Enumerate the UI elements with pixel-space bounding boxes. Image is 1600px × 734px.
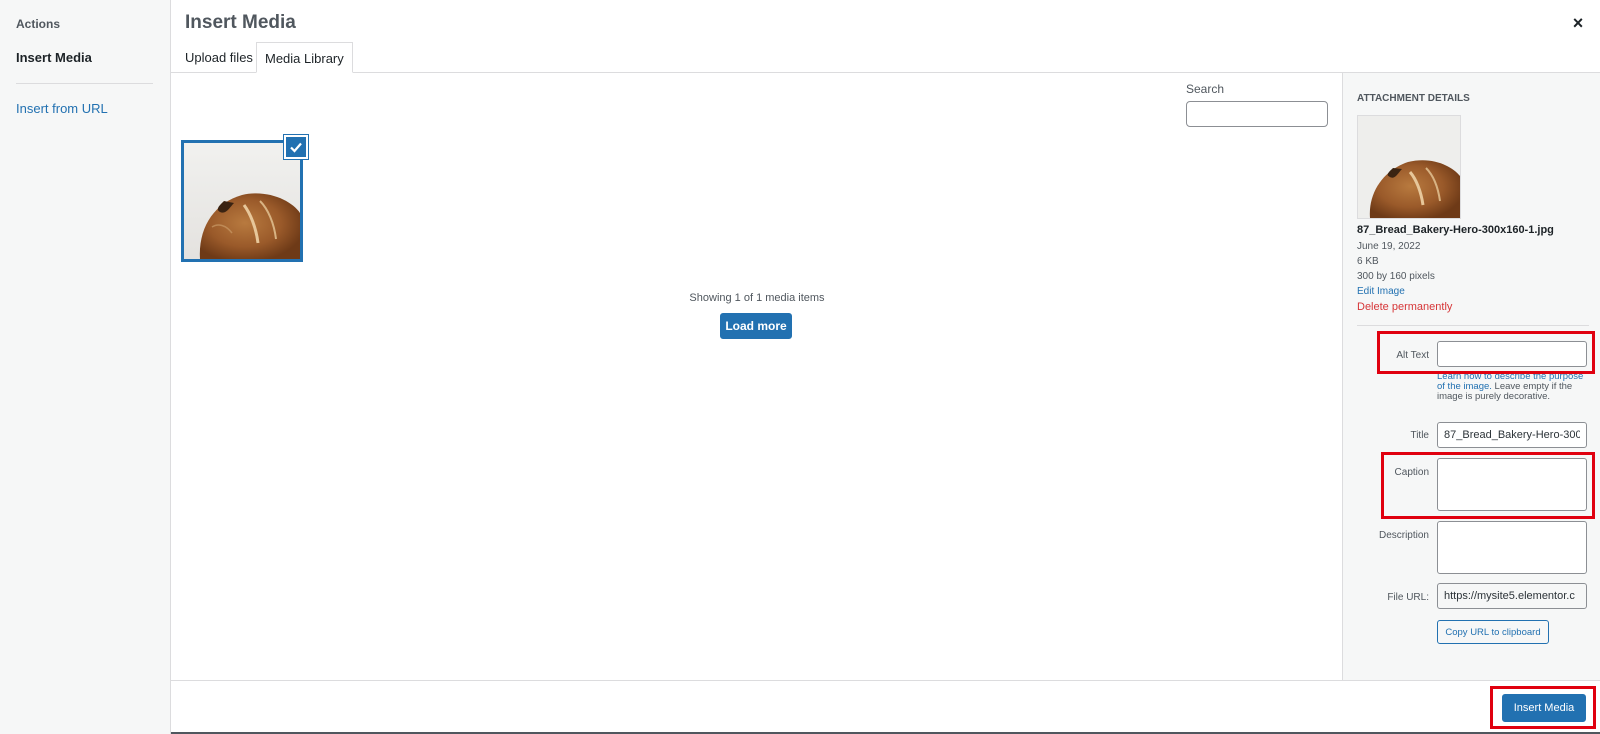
details-separator [1357, 325, 1589, 326]
copy-url-button[interactable]: Copy URL to clipboard [1437, 620, 1549, 644]
insert-media-button[interactable]: Insert Media [1502, 694, 1586, 722]
delete-permanently-link[interactable]: Delete permanently [1357, 301, 1452, 313]
attachment-filename: 87_Bread_Bakery-Hero-300x160-1.jpg [1357, 224, 1554, 236]
close-button[interactable]: × [1568, 14, 1588, 34]
media-count-text: Showing 1 of 1 media items [689, 292, 825, 304]
attachment-preview [1357, 115, 1461, 219]
title-input[interactable] [1437, 422, 1587, 448]
alt-text-input[interactable] [1437, 341, 1587, 367]
caption-label: Caption [1394, 467, 1429, 478]
load-more-button[interactable]: Load more [720, 313, 792, 339]
media-frame-menu: Actions Insert Media Insert from URL [0, 0, 171, 734]
file-url-input[interactable] [1437, 583, 1587, 609]
toolbar-divider [171, 680, 1600, 681]
tab-media-library[interactable]: Media Library [256, 42, 353, 73]
description-textarea[interactable] [1437, 521, 1587, 574]
bread-image [1358, 116, 1460, 218]
close-icon: × [1572, 13, 1584, 33]
tab-upload-files[interactable]: Upload files [177, 42, 261, 73]
alt-text-label: Alt Text [1396, 350, 1429, 361]
menu-item-insert-from-url[interactable]: Insert from URL [16, 101, 108, 116]
description-label: Description [1378, 530, 1429, 541]
alt-text-help: Learn how to describe the purpose of the… [1437, 372, 1587, 402]
attachment-details-sidebar: ATTACHMENT DETAILS 87_Bread_Bakery-Hero-… [1342, 73, 1600, 680]
search-input[interactable] [1186, 101, 1328, 127]
attachment-date: June 19, 2022 [1357, 241, 1421, 252]
bread-image [184, 143, 300, 259]
checkmark-icon [290, 142, 302, 153]
caption-textarea[interactable] [1437, 458, 1587, 511]
edit-image-link[interactable]: Edit Image [1357, 286, 1405, 297]
attachment-dimensions: 300 by 160 pixels [1357, 271, 1435, 282]
selected-check-button[interactable] [284, 135, 308, 159]
page-title: Insert Media [185, 12, 296, 33]
search-label: Search [1186, 82, 1225, 96]
attachment-filesize: 6 KB [1357, 256, 1379, 267]
menu-item-insert-media[interactable]: Insert Media [16, 50, 92, 65]
menu-heading: Actions [16, 17, 61, 31]
menu-separator [16, 83, 153, 84]
file-url-label: File URL: [1387, 592, 1429, 603]
title-label: Title [1410, 430, 1429, 441]
attachment-details-heading: ATTACHMENT DETAILS [1357, 93, 1470, 104]
